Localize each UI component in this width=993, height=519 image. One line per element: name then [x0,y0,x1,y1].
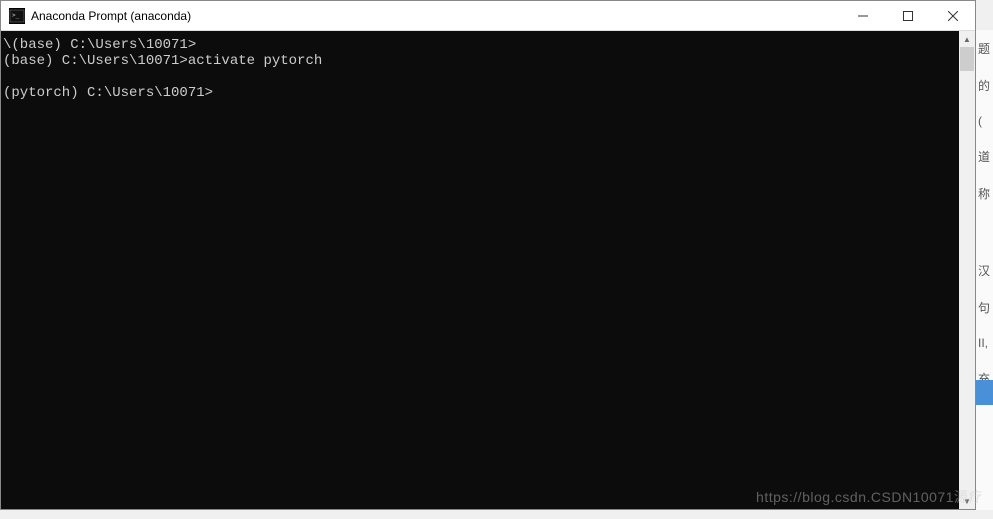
terminal-area[interactable]: \(base) C:\Users\10071> (base) C:\Users\… [1,31,975,509]
minimize-button[interactable] [840,1,885,30]
maximize-button[interactable] [885,1,930,30]
window-title: Anaconda Prompt (anaconda) [31,9,840,23]
terminal-line: \(base) C:\Users\10071> [3,37,196,53]
background-blue-fragment [976,380,993,405]
window-controls [840,1,975,30]
app-icon: >_ [9,8,25,24]
terminal-line: (base) C:\Users\10071>activate pytorch [3,53,322,69]
vertical-scrollbar[interactable]: ▲ ▼ [959,31,975,509]
terminal-content[interactable]: \(base) C:\Users\10071> (base) C:\Users\… [1,31,959,509]
scroll-down-arrow[interactable]: ▼ [959,493,975,509]
terminal-line: (pytorch) C:\Users\10071> [3,85,213,101]
scroll-up-arrow[interactable]: ▲ [959,31,975,47]
title-bar[interactable]: >_ Anaconda Prompt (anaconda) [1,1,975,31]
terminal-window: >_ Anaconda Prompt (anaconda) \(base) C:… [0,0,976,510]
close-button[interactable] [930,1,975,30]
background-page-fragments: 题 的 ( 道 称 汉 句 II, 充 [976,30,993,510]
scroll-thumb[interactable] [960,47,974,71]
svg-text:>_: >_ [12,12,20,19]
